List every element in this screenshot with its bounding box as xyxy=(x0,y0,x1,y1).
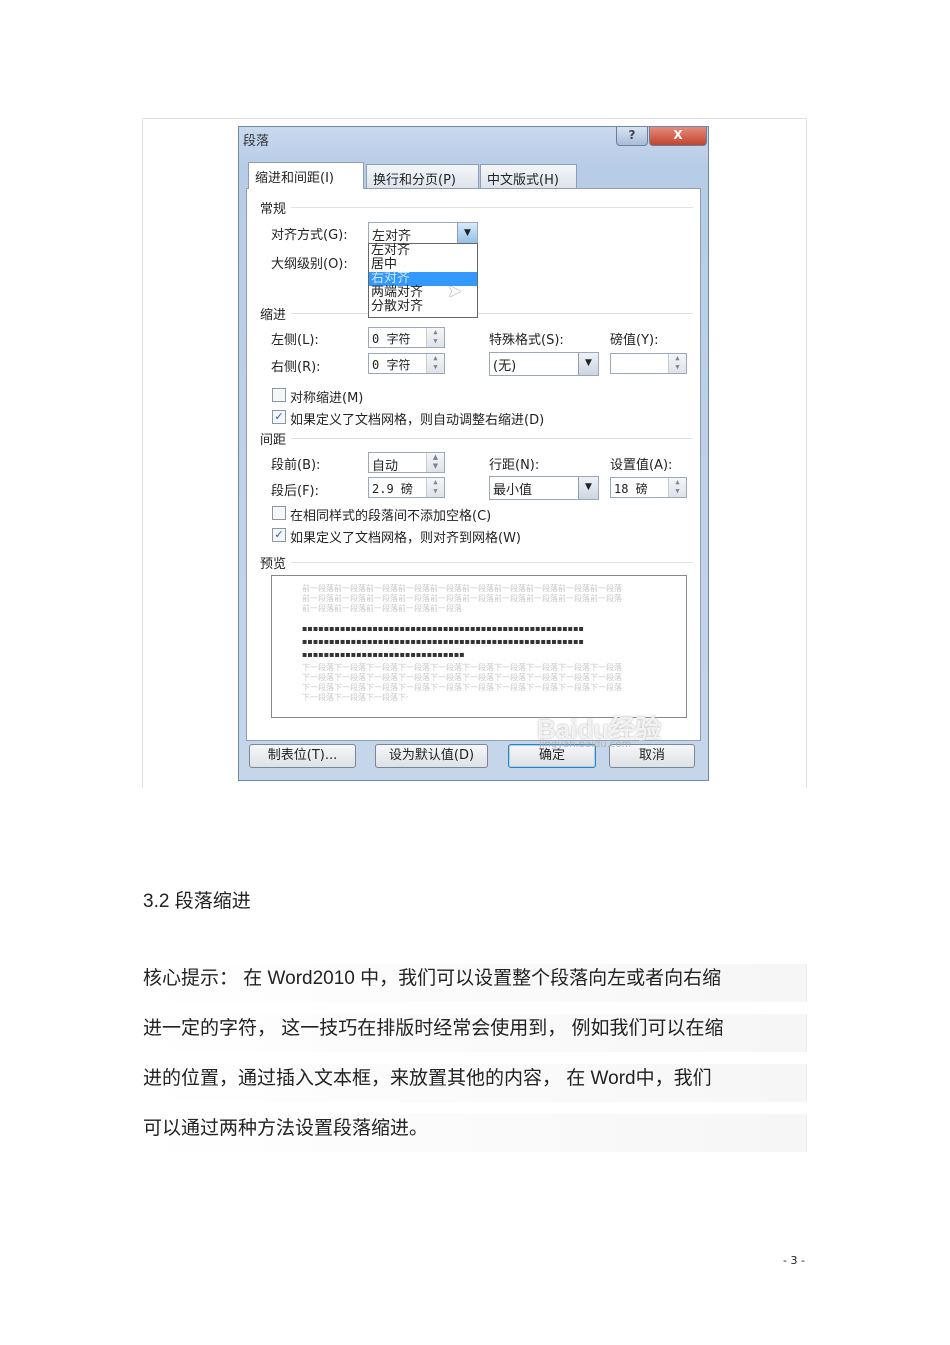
spin-arrows-icon[interactable]: ▲ ▼ xyxy=(426,328,444,347)
baidu-watermark-url: jingyan.baidu.com xyxy=(539,739,632,750)
general-heading: 常规 xyxy=(260,202,287,217)
mirror-indent-label: 对称缩进(M) xyxy=(290,391,364,406)
spacing-heading: 间距 xyxy=(260,433,287,448)
tabs-button[interactable]: 制表位(T)... xyxy=(249,744,356,768)
after-spinner[interactable]: 2.9 磅 ▲ ▼ xyxy=(368,477,445,498)
auto-indent-checkbox[interactable]: ✓ xyxy=(272,410,286,424)
body-line: 核心提示： 在 Word2010 中，我们可以设置整个段落向左或者向右缩 xyxy=(142,964,807,1002)
mouse-cursor-icon: ➤ xyxy=(447,281,463,302)
at-value: 18 磅 xyxy=(614,482,648,496)
tab-asian-typography[interactable]: 中文版式(H) xyxy=(480,164,577,189)
before-label: 段前(B): xyxy=(271,458,321,473)
paragraph-dialog: 段落 ? X 缩进和间距(I) 换行和分页(P) 中文版式(H) 常规 对齐方式… xyxy=(238,126,709,781)
option-distributed[interactable]: 分散对齐 xyxy=(371,300,477,314)
chevron-down-icon[interactable]: ▼ xyxy=(578,353,598,375)
before-spinner[interactable]: 自动 ▲ ▼ xyxy=(368,452,445,474)
after-value: 2.9 磅 xyxy=(372,482,413,496)
alignment-select[interactable]: 左对齐 ▼ xyxy=(368,222,478,245)
left-indent-spinner[interactable]: 0 字符 ▲ ▼ xyxy=(368,327,445,348)
by-label: 磅值(Y): xyxy=(610,333,659,348)
preview-sample-text: ▪▪▪▪▪▪▪▪▪▪▪▪▪▪▪▪▪▪▪▪▪▪▪▪▪▪▪▪▪▪▪▪▪▪▪▪▪▪▪▪… xyxy=(302,624,584,659)
special-label: 特殊格式(S): xyxy=(489,333,564,348)
outline-level-label: 大纲级别(O): xyxy=(271,257,348,272)
preview-next-paragraph: 下一段落下一段落下一段落下一段落下一段落下一段落下一段落下一段落下一段落下一段落 xyxy=(302,673,622,682)
by-spinner[interactable]: ▲ ▼ xyxy=(610,353,687,374)
body-line: 可以通过两种方法设置段落缩进。 xyxy=(142,1114,807,1152)
tab-line-page-breaks[interactable]: 换行和分页(P) xyxy=(366,164,479,189)
spin-arrows-icon[interactable]: ▲ ▼ xyxy=(426,453,444,472)
body-line: 进一定的字符， 这一技巧在排版时经常会使用到， 例如我们可以在缩 xyxy=(142,1014,807,1052)
dialog-title: 段落 xyxy=(243,134,270,149)
preview-previous-paragraph: 前一段落前一段落前一段落前一段落前一段落前一段落前一段落前一段落前一段落前一段落 xyxy=(302,594,622,603)
close-button[interactable]: X xyxy=(649,127,707,146)
snap-grid-label: 如果定义了文档网格，则对齐到网格(W) xyxy=(290,531,521,546)
right-indent-value: 0 字符 xyxy=(372,358,411,372)
left-indent-label: 左侧(L): xyxy=(271,333,319,348)
line-spacing-select[interactable]: 最小值 ▼ xyxy=(489,476,599,500)
at-label: 设置值(A): xyxy=(610,458,673,473)
preview-next-paragraph: 下一段落下一段落下一段落下一段落下一段落下一段落下一段落下一段落下一段落下一段落 xyxy=(302,663,622,672)
alignment-value: 左对齐 xyxy=(372,229,412,244)
alignment-label: 对齐方式(G): xyxy=(271,228,348,243)
no-space-checkbox[interactable] xyxy=(272,506,286,520)
indent-heading: 缩进 xyxy=(260,308,287,323)
spin-arrows-icon[interactable]: ▲ ▼ xyxy=(426,354,444,373)
chevron-down-icon[interactable]: ▼ xyxy=(578,477,598,499)
special-select[interactable]: (无) ▼ xyxy=(489,352,599,376)
set-default-button[interactable]: 设为默认值(D) xyxy=(375,744,488,768)
page-number: - 3 - xyxy=(783,1254,805,1267)
preview-next-paragraph: 下一段落下一段落下一段落下一段落下一段落下一段落下一段落下一段落下一段落下一段落 xyxy=(302,683,622,692)
preview-next-paragraph: 下一段落下一段落下一段落下一段落下一段落下一段落下一段落下一段落下一段落下一段落 xyxy=(302,693,408,702)
at-spinner[interactable]: 18 磅 ▲ ▼ xyxy=(610,477,687,498)
chevron-down-icon[interactable]: ▼ xyxy=(457,223,477,244)
right-indent-spinner[interactable]: 0 字符 ▲ ▼ xyxy=(368,353,445,374)
spin-arrows-icon[interactable]: ▲ ▼ xyxy=(668,354,686,373)
line-spacing-label: 行距(N): xyxy=(489,458,540,473)
option-center[interactable]: 居中 xyxy=(371,258,477,272)
preview-previous-paragraph: 前一段落前一段落前一段落前一段落前一段落前一段落前一段落前一段落前一段落前一段落 xyxy=(302,584,622,593)
mirror-indent-checkbox[interactable] xyxy=(272,388,286,402)
line-spacing-value: 最小值 xyxy=(493,483,533,498)
right-indent-label: 右侧(R): xyxy=(271,360,321,375)
tab-indent-spacing[interactable]: 缩进和间距(I) xyxy=(248,162,364,189)
no-space-label: 在相同样式的段落间不添加空格(C) xyxy=(290,509,492,524)
after-label: 段后(F): xyxy=(271,484,320,499)
option-left[interactable]: 左对齐 xyxy=(371,244,477,258)
preview-box: 前一段落前一段落前一段落前一段落前一段落前一段落前一段落前一段落前一段落前一段落… xyxy=(271,575,687,718)
preview-heading: 预览 xyxy=(260,557,287,572)
spin-arrows-icon[interactable]: ▲ ▼ xyxy=(426,478,444,497)
snap-grid-checkbox[interactable]: ✓ xyxy=(272,528,286,542)
preview-previous-paragraph: 前一段落前一段落前一段落前一段落前一段落前一段落前一段落前一段落前一段落前一段落 xyxy=(302,604,462,613)
section-heading: 3.2 段落缩进 xyxy=(143,891,251,912)
body-line: 进的位置，通过插入文本框，来放置其他的内容， 在 Word中，我们 xyxy=(142,1064,807,1102)
auto-indent-label: 如果定义了文档网格，则自动调整右缩进(D) xyxy=(290,413,545,428)
left-indent-value: 0 字符 xyxy=(372,332,411,346)
before-value: 自动 xyxy=(372,459,399,474)
spin-arrows-icon[interactable]: ▲ ▼ xyxy=(668,478,686,497)
help-button[interactable]: ? xyxy=(616,127,648,146)
special-value: (无) xyxy=(493,359,517,374)
